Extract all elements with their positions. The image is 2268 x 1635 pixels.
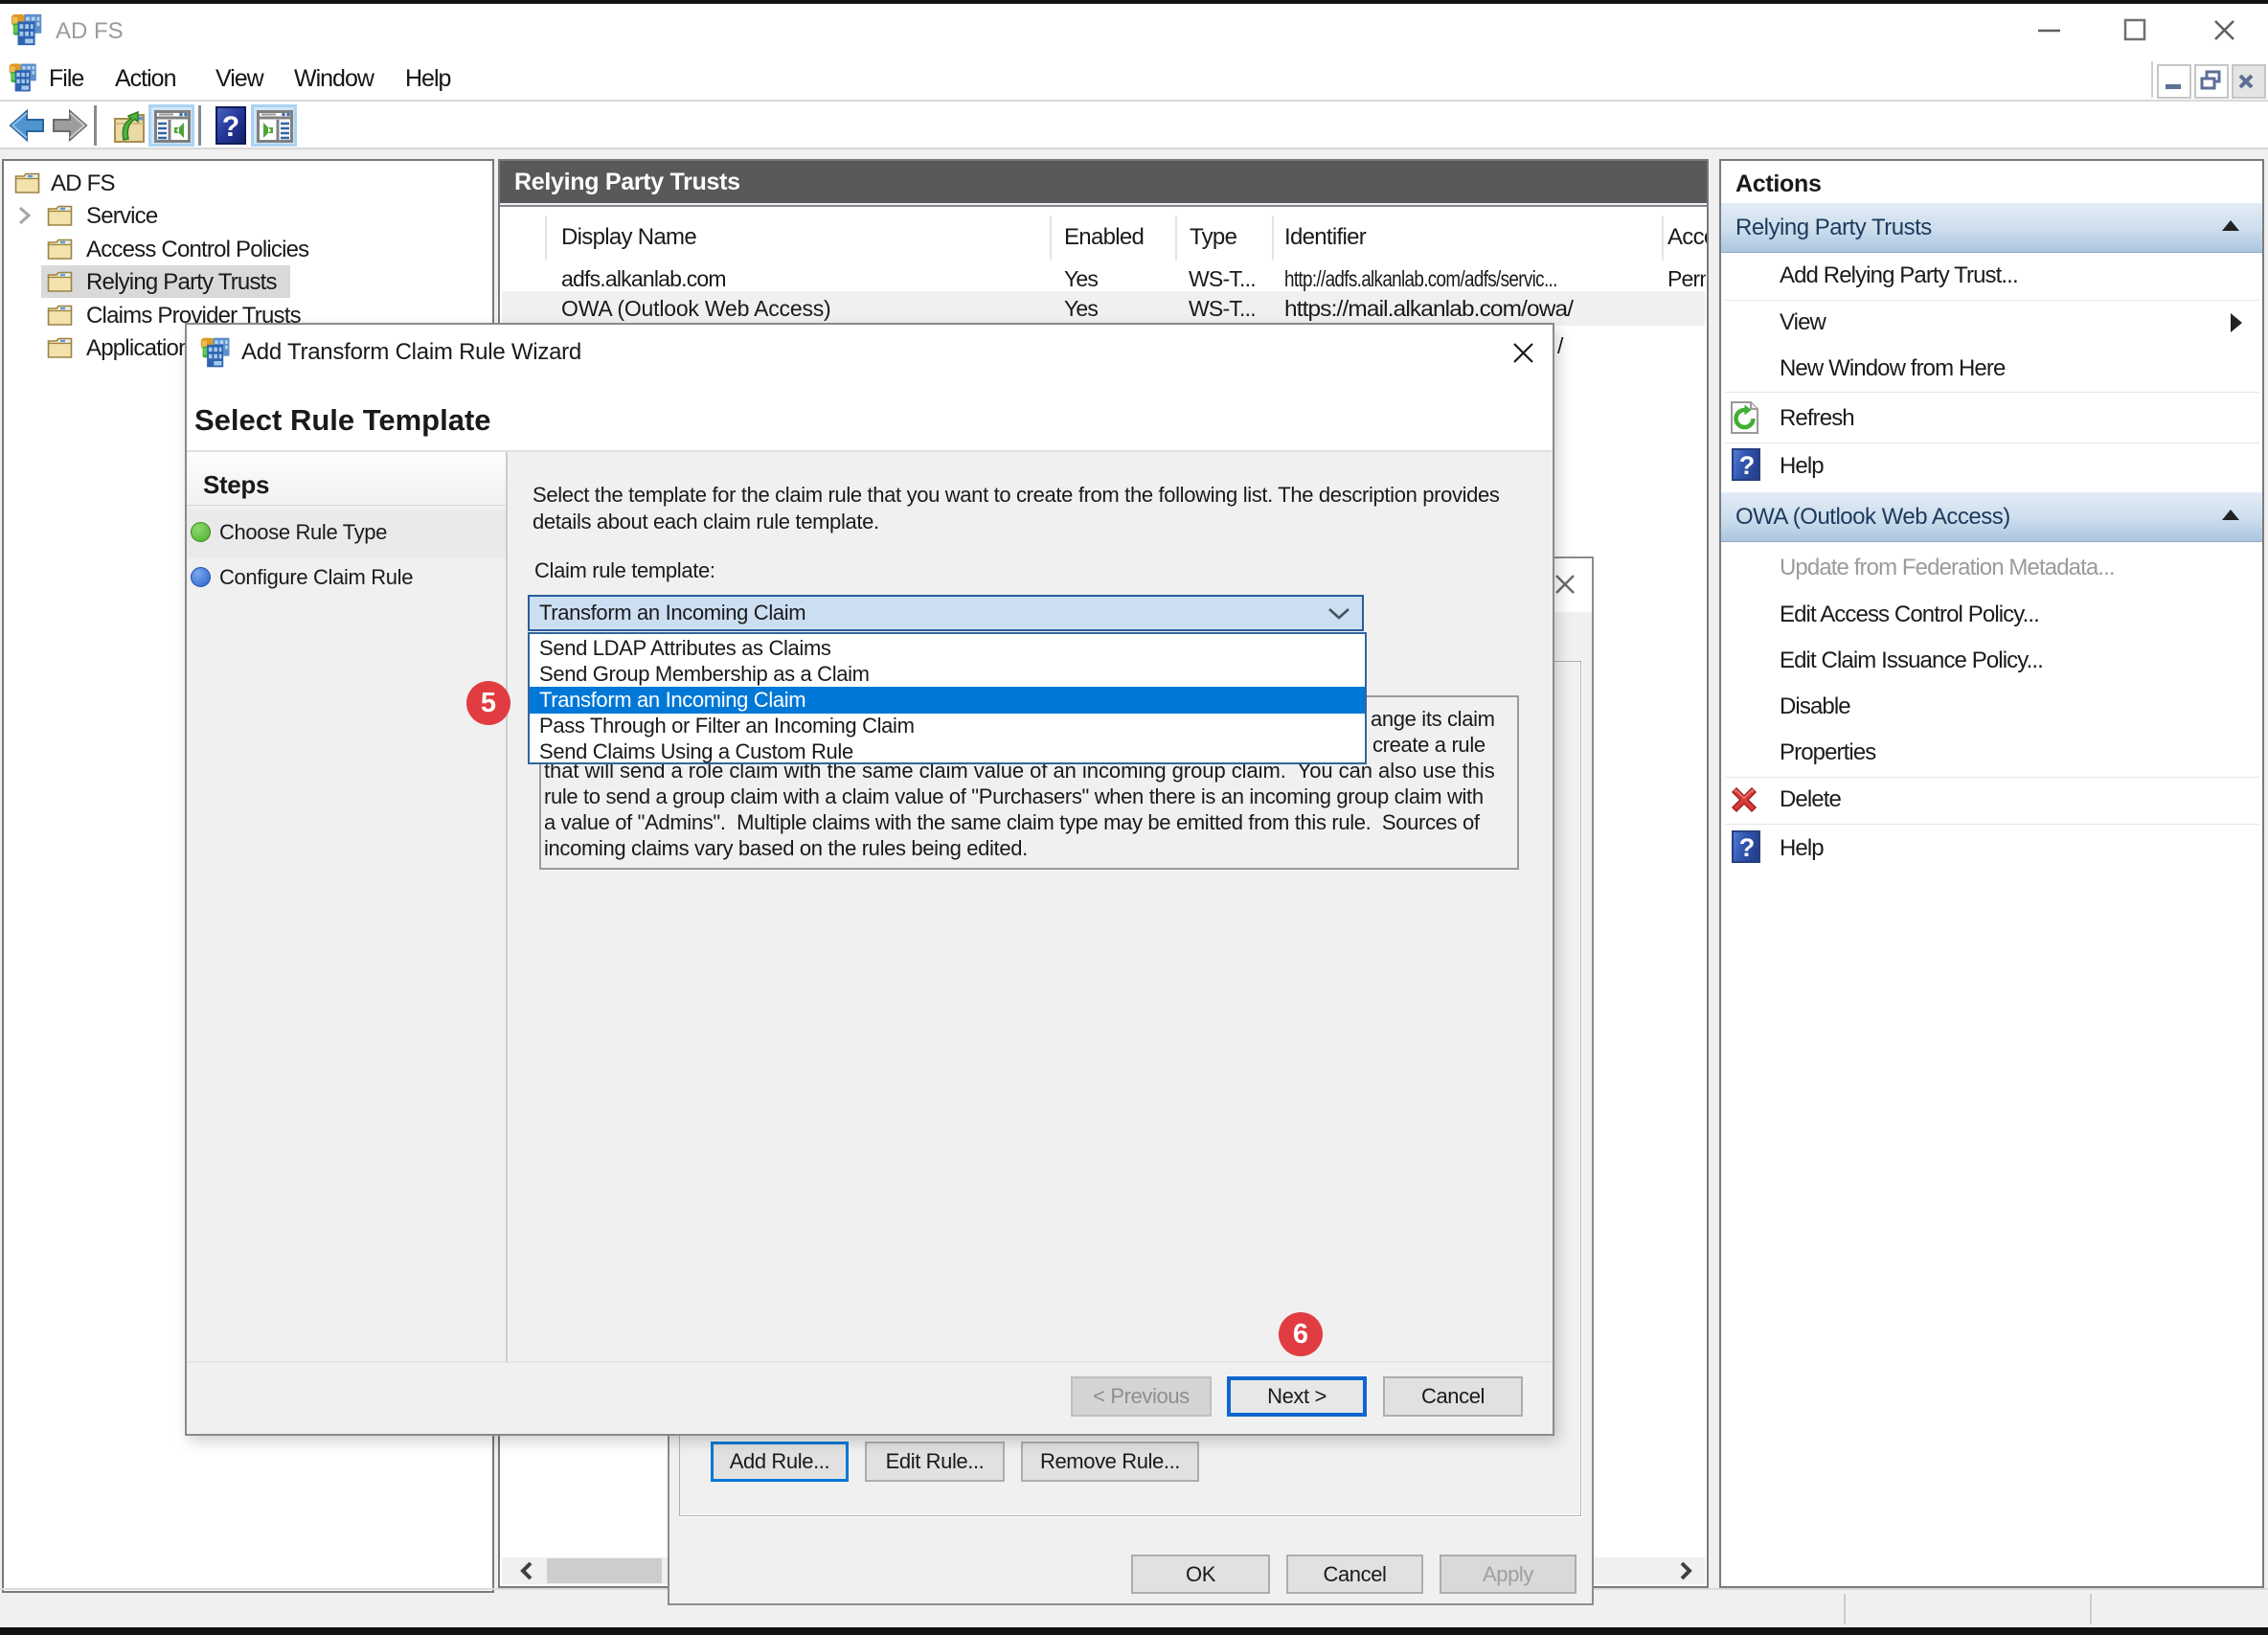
svg-text:?: ? <box>1739 451 1756 480</box>
svg-text:?: ? <box>222 111 239 143</box>
svg-text:?: ? <box>1739 833 1756 862</box>
